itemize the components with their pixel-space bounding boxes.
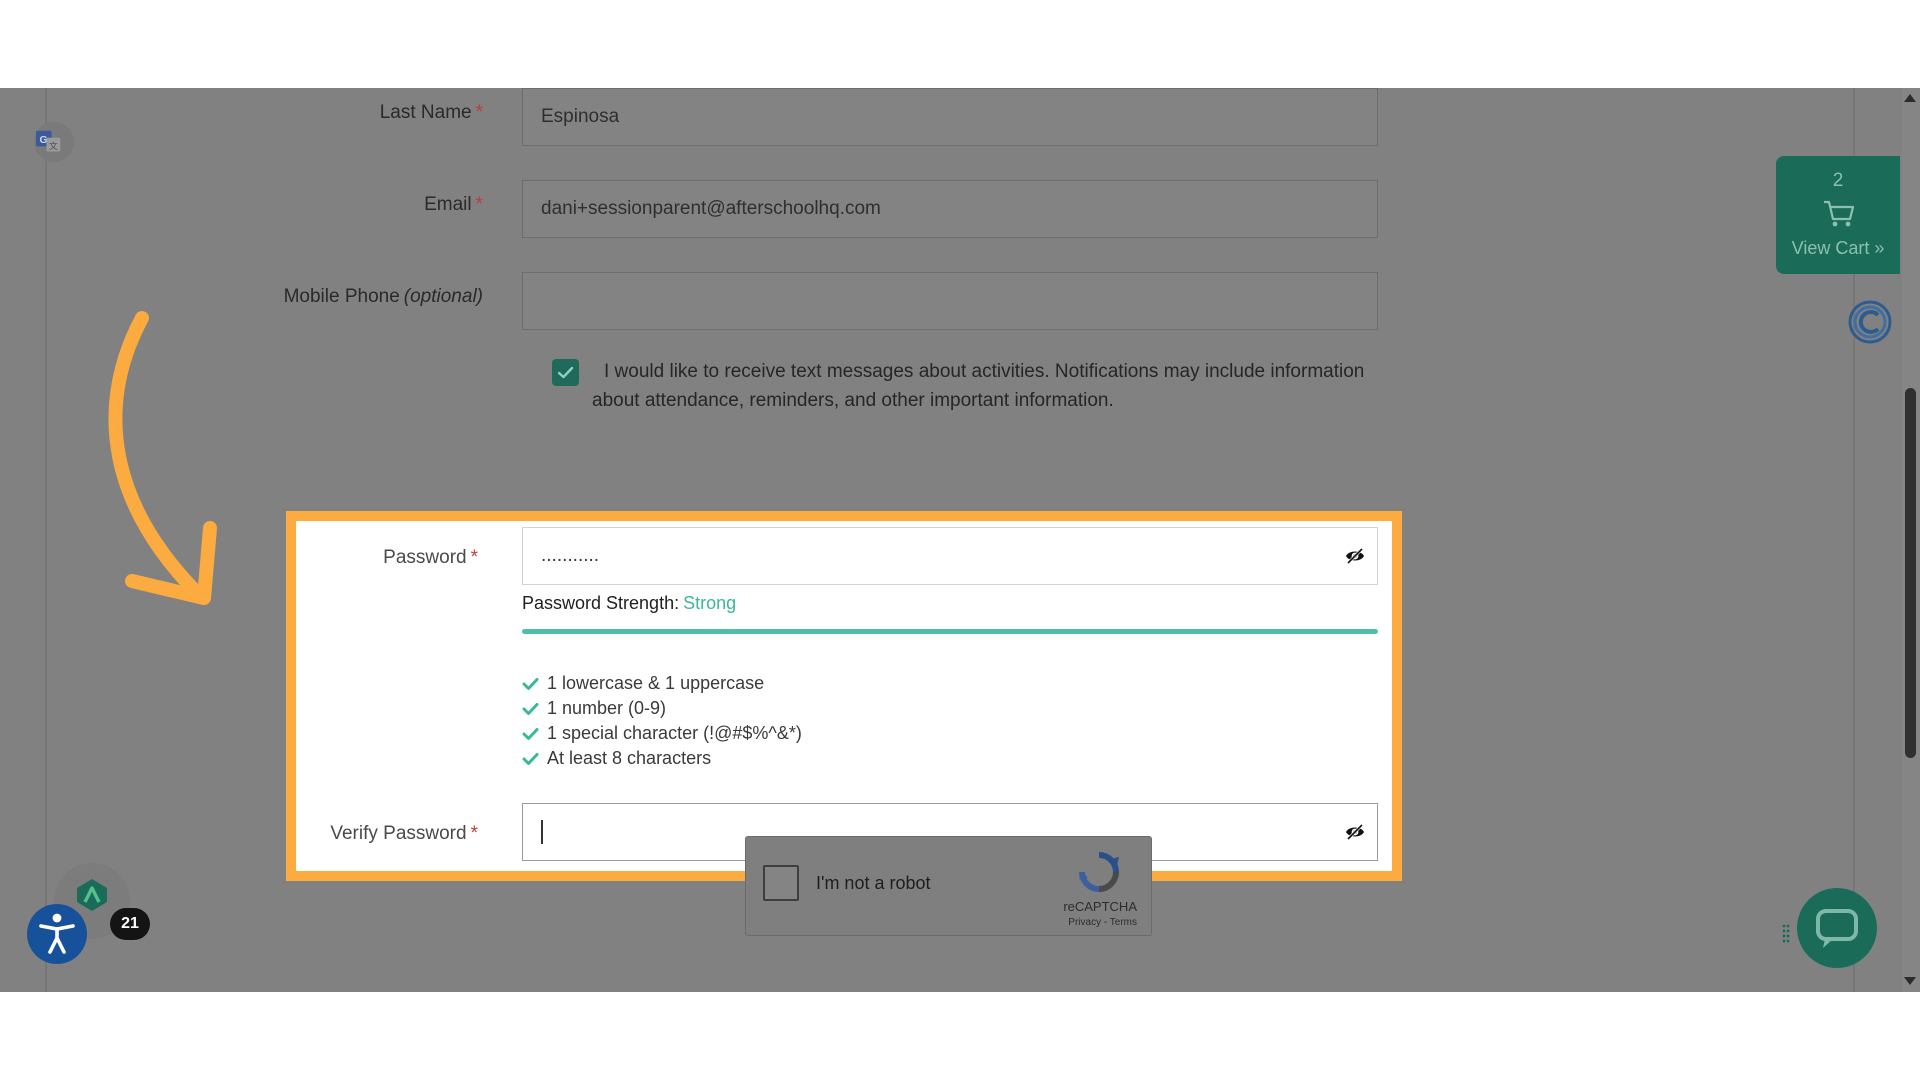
notification-badge: 21 <box>110 908 150 940</box>
svg-text:文: 文 <box>49 140 58 151</box>
c-logo-icon[interactable] <box>1848 300 1892 344</box>
email-label: Email * <box>424 194 483 215</box>
password-strength-bar <box>522 629 1378 634</box>
text-cursor <box>541 819 543 844</box>
sms-opt-in-text: I would like to receive text messages ab… <box>592 361 1365 411</box>
drag-handle-icon[interactable] <box>1782 924 1790 944</box>
screen: G 文 Last Name * Espinosa Email * dani+sess… <box>0 0 1920 1080</box>
curved-arrow-annotation <box>108 311 217 605</box>
eye-slash-icon[interactable] <box>1345 546 1365 566</box>
cart-count: 2 <box>1832 170 1844 191</box>
chat-button[interactable] <box>1797 888 1877 968</box>
svg-text:G: G <box>39 135 47 146</box>
last-name-input[interactable]: Espinosa <box>522 88 1378 146</box>
verify-password-label: Verify Password * <box>330 823 478 844</box>
mobile-phone-label: Mobile Phone (optional) <box>283 286 483 307</box>
scroll-down-arrow-icon[interactable] <box>1904 977 1916 985</box>
password-rule: 1 special character (!@#$%^&*) <box>522 721 802 746</box>
eye-slash-icon[interactable] <box>1345 822 1365 842</box>
check-icon <box>557 366 574 379</box>
sms-opt-in-checkbox[interactable] <box>552 359 579 386</box>
email-value: dani+sessionparent@afterschoolhq.com <box>541 198 881 219</box>
shopping-cart-icon <box>1824 200 1855 227</box>
password-masked-value: ........... <box>541 545 600 566</box>
last-name-label: Last Name * <box>379 102 483 123</box>
view-cart-button[interactable]: 2 View Cart » <box>1776 156 1900 274</box>
scrollbar-thumb[interactable] <box>1905 388 1916 758</box>
chat-icon <box>1816 909 1858 948</box>
password-rule: 1 lowercase & 1 uppercase <box>522 671 802 696</box>
google-translate-icon: G 文 <box>36 130 61 152</box>
scroll-up-arrow-icon[interactable] <box>1904 94 1916 102</box>
password-rule: At least 8 characters <box>522 746 802 771</box>
password-strength: Password Strength: Strong <box>522 593 736 614</box>
page-left-border <box>45 88 47 992</box>
password-rules-list: 1 lowercase & 1 uppercase 1 number (0-9)… <box>522 671 802 771</box>
check-icon <box>522 752 539 765</box>
mobile-phone-input[interactable] <box>522 272 1378 330</box>
password-label: Password * <box>383 547 478 568</box>
recaptcha-widget: I'm not a robot reCAPTCHA Privacy - Term… <box>745 836 1152 936</box>
accessibility-icon <box>39 913 75 954</box>
password-rule: 1 number (0-9) <box>522 696 802 721</box>
app-logo-icon <box>77 879 107 911</box>
accessibility-button[interactable] <box>27 904 87 964</box>
check-icon <box>522 677 539 690</box>
password-strength-label: Password Strength: <box>522 593 680 613</box>
password-input[interactable]: ........... <box>522 527 1378 585</box>
last-name-value: Espinosa <box>541 106 620 127</box>
page-viewport: G 文 Last Name * Espinosa Email * dani+sess… <box>0 88 1920 992</box>
recaptcha-logo-icon <box>1079 852 1119 892</box>
password-section-highlight: Password * ........... Password Strength:… <box>286 511 1402 881</box>
recaptcha-label: I'm not a robot <box>816 873 931 893</box>
check-icon <box>522 727 539 740</box>
recaptcha-links[interactable]: Privacy - Terms <box>1068 917 1137 928</box>
translate-widget[interactable]: G 文 <box>34 122 74 162</box>
recaptcha-brand: reCAPTCHA <box>1063 899 1137 914</box>
check-icon <box>522 702 539 715</box>
email-input[interactable]: dani+sessionparent@afterschoolhq.com <box>522 180 1378 238</box>
recaptcha-checkbox[interactable] <box>763 865 799 901</box>
password-strength-value: Strong <box>683 593 737 613</box>
view-cart-label: View Cart » <box>1791 238 1885 258</box>
